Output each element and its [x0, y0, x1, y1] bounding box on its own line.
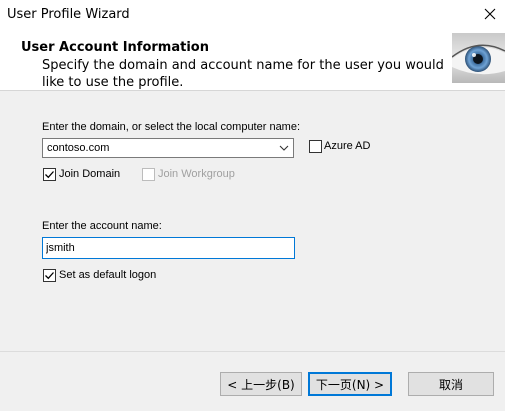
blue-eye-image	[452, 33, 505, 83]
join-domain-checkbox[interactable]	[43, 168, 56, 181]
azure-ad-checkbox[interactable]	[309, 140, 322, 153]
join-domain-label: Join Domain	[59, 168, 121, 180]
close-icon	[484, 8, 496, 20]
header-title: User Account Information	[21, 40, 209, 55]
default-logon-checkbox[interactable]	[43, 269, 56, 282]
cancel-button[interactable]: 取消	[408, 372, 494, 396]
footer-divider	[0, 351, 505, 352]
title-bar: User Profile Wizard	[0, 0, 505, 30]
checkmark-icon	[45, 272, 54, 280]
default-logon-label: Set as default logon	[59, 269, 157, 281]
next-button[interactable]: 下一页(N) >	[308, 372, 392, 396]
account-name-field[interactable]	[42, 237, 295, 259]
azure-ad-label: Azure AD	[324, 140, 371, 152]
chevron-down-icon	[279, 145, 289, 151]
user-profile-wizard-window: User Profile Wizard User Account Informa…	[0, 0, 505, 411]
header-subtitle: Specify the domain and account name for …	[42, 58, 444, 90]
domain-label: Enter the domain, or select the local co…	[42, 121, 301, 133]
back-button[interactable]: < 上一步(B)	[220, 372, 302, 396]
join-workgroup-checkbox[interactable]	[142, 168, 155, 181]
close-button[interactable]	[475, 0, 505, 28]
window-title: User Profile Wizard	[7, 7, 130, 22]
checkmark-icon	[45, 171, 54, 179]
wizard-header: User Account Information Specify the dom…	[0, 30, 505, 91]
domain-combobox[interactable]: contoso.com	[42, 138, 294, 158]
account-label: Enter the account name:	[42, 220, 162, 232]
account-name-input[interactable]	[43, 238, 294, 258]
domain-value: contoso.com	[47, 142, 110, 154]
join-workgroup-label: Join Workgroup	[158, 168, 235, 180]
